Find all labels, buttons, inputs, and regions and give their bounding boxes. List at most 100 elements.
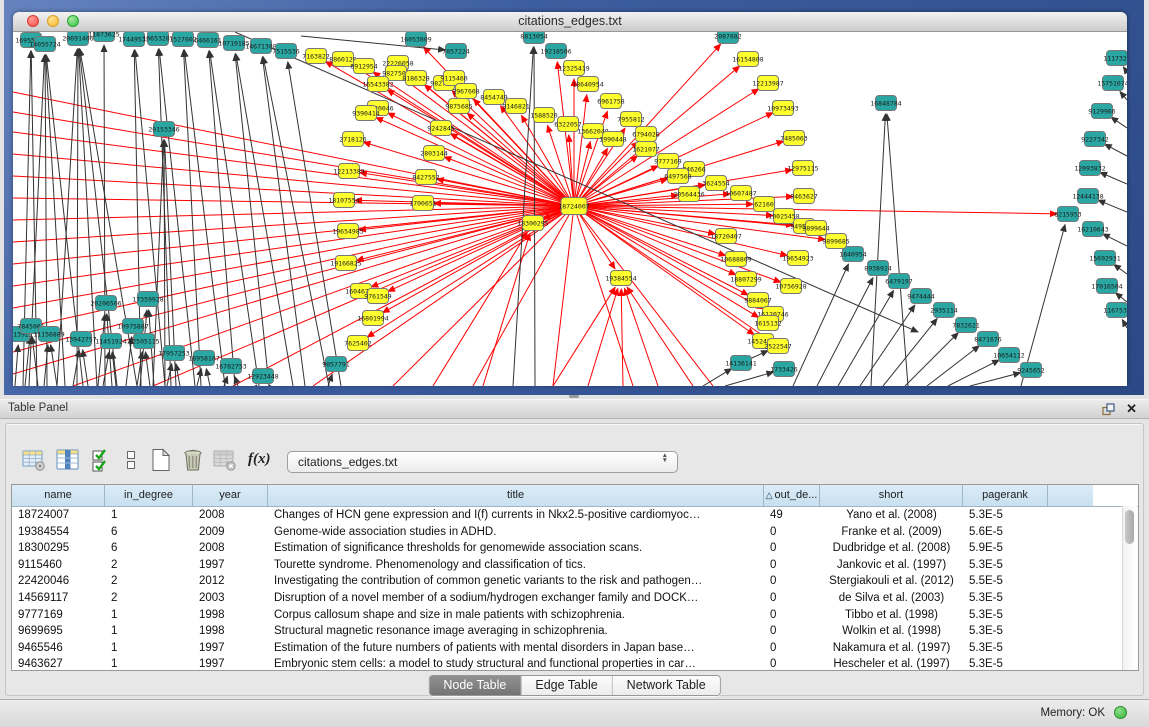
table-cell[interactable]: Tibbo et al. (1998)	[820, 607, 963, 624]
graph-node[interactable]: 18720407	[710, 229, 741, 244]
column-header-in-degree[interactable]: in_degree	[105, 485, 193, 506]
delete-icon[interactable]	[181, 448, 205, 472]
table-cell[interactable]: 14569117	[12, 590, 105, 607]
graph-node[interactable]: 6497568	[664, 169, 691, 184]
graph-node[interactable]: 16801994	[357, 311, 388, 326]
graph-node[interactable]: 8912954	[350, 59, 377, 74]
graph-node[interactable]: 11451924	[95, 334, 126, 349]
table-cell[interactable]: Dudbridge et al. (2008)	[820, 540, 963, 557]
table-row[interactable]: 2242004622012Investigating the contribut…	[12, 573, 1138, 590]
graph-node[interactable]: 2718126	[339, 132, 366, 147]
graph-node[interactable]: 7515536	[272, 44, 299, 59]
tab-network-table[interactable]: Network Table	[613, 676, 720, 695]
table-cell[interactable]: 1998	[193, 607, 268, 624]
graph-node[interactable]: 8215953	[1054, 207, 1081, 222]
graph-node[interactable]: 8471676	[974, 332, 1001, 347]
new-table-icon[interactable]	[149, 448, 173, 472]
graph-node[interactable]: 8186328	[402, 71, 429, 86]
graph-node[interactable]: 2967608	[452, 84, 479, 99]
table-cell[interactable]: Structural magnetic resonance image aver…	[268, 623, 764, 640]
table-cell[interactable]: 0	[764, 590, 820, 607]
graph-node[interactable]: 2935114	[930, 303, 957, 318]
close-panel-icon[interactable]: ✕	[1126, 400, 1137, 418]
table-cell[interactable]: 5.3E-5	[963, 640, 1048, 657]
column-header-name[interactable]: name	[12, 485, 105, 506]
graph-node[interactable]: 3624554	[702, 176, 729, 191]
table-options-icon[interactable]	[22, 448, 46, 472]
table-cell[interactable]: 2009	[193, 524, 268, 541]
network-graph-canvas[interactable]: 1695572114055724206914061187362517449532…	[13, 32, 1127, 386]
table-cell[interactable]: Hescheler et al. (1997)	[820, 656, 963, 671]
graph-node[interactable]: 9857791	[322, 357, 349, 372]
column-header-short[interactable]: short	[820, 485, 963, 506]
table-cell[interactable]: Franke et al. (2009)	[820, 524, 963, 541]
table-cell[interactable]: 49	[764, 507, 820, 524]
graph-node[interactable]: 18640954	[572, 77, 603, 92]
graph-node[interactable]: 62160	[754, 197, 775, 212]
table-cell[interactable]: 0	[764, 656, 820, 671]
table-cell[interactable]: 5.9E-5	[963, 540, 1048, 557]
graph-node[interactable]: 1167533	[1103, 303, 1127, 318]
graph-node[interactable]: 12923448	[247, 369, 278, 384]
float-panel-icon[interactable]	[1102, 403, 1115, 416]
table-row[interactable]: 911546021997Tourette syndrome. Phenomeno…	[12, 557, 1138, 574]
graph-node[interactable]: 2087682	[714, 32, 741, 44]
vertical-scrollbar[interactable]	[1122, 506, 1137, 670]
table-cell[interactable]: 5.3E-5	[963, 607, 1048, 624]
graph-node[interactable]: 10975887	[117, 319, 148, 334]
graph-node[interactable]: 9899644	[802, 221, 829, 236]
table-cell[interactable]: Disruption of a novel member of a sodium…	[268, 590, 764, 607]
graph-node[interactable]: 12325419	[558, 61, 589, 76]
graph-node[interactable]: 19384554	[605, 271, 636, 286]
graph-node[interactable]: 19218506	[540, 44, 571, 59]
graph-node[interactable]: 9146821	[502, 99, 529, 114]
graph-node[interactable]: 1615132	[754, 316, 781, 331]
graph-node[interactable]: 17016504	[1091, 279, 1122, 294]
table-cell[interactable]: 2008	[193, 540, 268, 557]
tab-node-table[interactable]: Node Table	[429, 676, 521, 695]
graph-node[interactable]: 9227342	[1081, 132, 1108, 147]
graph-node[interactable]: 16053809	[400, 32, 431, 47]
graph-node[interactable]: 9761549	[364, 289, 391, 304]
graph-node[interactable]: 8813054	[520, 32, 547, 44]
table-cell[interactable]: Corpus callosum shape and size in male p…	[268, 607, 764, 624]
table-cell[interactable]: Embryonic stem cells: a model to study s…	[268, 656, 764, 671]
row-height-icon[interactable]	[119, 448, 143, 472]
graph-node[interactable]: 12444138	[1072, 189, 1103, 204]
table-cell[interactable]: Wolkin et al. (1998)	[820, 623, 963, 640]
graph-node[interactable]: 9463627	[790, 189, 817, 204]
table-cell[interactable]: 1	[105, 640, 193, 657]
table-cell[interactable]: 5.3E-5	[963, 623, 1048, 640]
table-cell[interactable]: 1997	[193, 557, 268, 574]
table-cell[interactable]: 5.3E-5	[963, 507, 1048, 524]
graph-node[interactable]: 6794028	[632, 127, 659, 142]
graph-node[interactable]: 7857224	[442, 44, 469, 59]
column-header-year[interactable]: year	[193, 485, 268, 506]
table-row[interactable]: 1456911722003Disruption of a novel membe…	[12, 590, 1138, 607]
graph-node[interactable]: 19654923	[782, 251, 813, 266]
table-cell[interactable]: 1998	[193, 623, 268, 640]
table-cell[interactable]: Tourette syndrome. Phenomenology and cla…	[268, 557, 764, 574]
table-cell[interactable]: 19384554	[12, 524, 105, 541]
graph-node[interactable]: 2803144	[420, 146, 447, 161]
graph-node[interactable]: 12975115	[787, 161, 818, 176]
scrollbar-thumb[interactable]	[1125, 510, 1134, 544]
table-cell[interactable]: 18724007	[12, 507, 105, 524]
table-cell[interactable]: Jankovic et al. (1997)	[820, 557, 963, 574]
table-row[interactable]: 977716911998Corpus callosum shape and si…	[12, 607, 1138, 624]
table-cell[interactable]: 5.3E-5	[963, 656, 1048, 671]
table-cell[interactable]: Genome-wide association studies in ADHD.	[268, 524, 764, 541]
column-header-pagerank[interactable]: pagerank	[963, 485, 1048, 506]
table-cell[interactable]: 5.5E-5	[963, 573, 1048, 590]
table-cell[interactable]: 2003	[193, 590, 268, 607]
panel-splitter-handle[interactable]	[569, 395, 579, 398]
table-cell[interactable]: 6	[105, 524, 193, 541]
graph-node[interactable]: 6479197	[885, 274, 912, 289]
graph-node[interactable]: 8938924	[864, 261, 891, 276]
table-cell[interactable]: 0	[764, 557, 820, 574]
table-cell[interactable]: 1	[105, 656, 193, 671]
graph-node[interactable]: 7485063	[780, 131, 807, 146]
table-cell[interactable]: 9463627	[12, 656, 105, 671]
table-cell[interactable]: 5.3E-5	[963, 590, 1048, 607]
table-cell[interactable]: 9115460	[12, 557, 105, 574]
